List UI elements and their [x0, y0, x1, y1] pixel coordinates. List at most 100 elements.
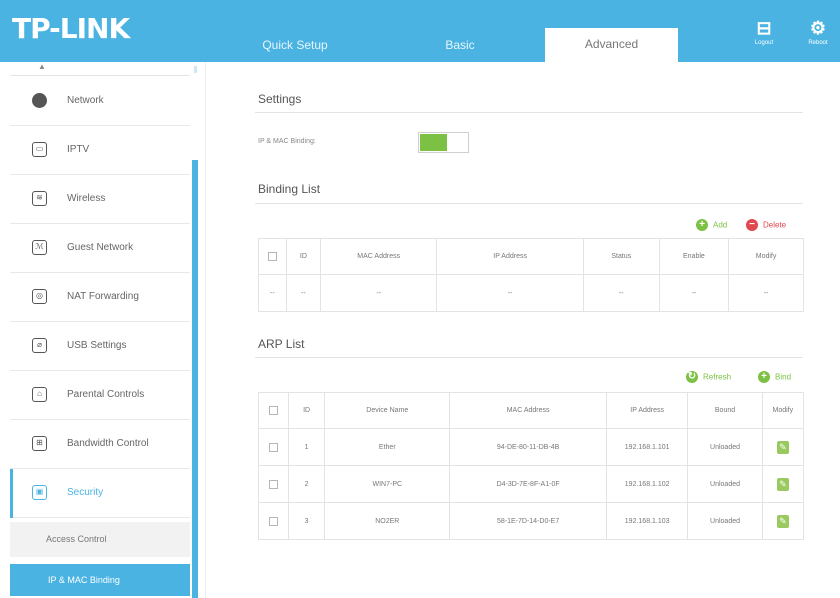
column-header-id: ID: [287, 392, 326, 429]
column-header-mac: MAC Address: [319, 238, 438, 275]
sidebar: ▲ Network ▭ IPTV ≋ Wireless ℳ Guest Netw…: [10, 62, 190, 598]
sidebar-item-label: USB Settings: [67, 340, 127, 351]
gear-icon: ⚙: [809, 18, 827, 38]
select-all-cell[interactable]: [258, 392, 289, 429]
column-header-mac: MAC Address: [449, 392, 608, 429]
ip-mac-binding-toggle[interactable]: [418, 132, 469, 153]
nat-forwarding-icon: ◎: [32, 289, 47, 304]
table-cell: WIN7-PC: [324, 465, 451, 503]
row-select-cell[interactable]: [258, 502, 289, 540]
sidebar-item-label: Guest Network: [67, 242, 134, 253]
bind-icon: +: [758, 371, 770, 383]
settings-section-title: Settings: [258, 92, 302, 106]
column-header-bound: Bound: [687, 392, 763, 429]
sidebar-item-label: Bandwidth Control: [67, 438, 149, 449]
sidebar-item-bandwidth-control[interactable]: ⊞ Bandwidth Control: [10, 420, 190, 469]
select-all-checkbox[interactable]: [268, 406, 278, 415]
sidebar-item-network[interactable]: Network: [10, 77, 190, 126]
delete-button[interactable]: − Delete: [746, 219, 786, 231]
bind-button[interactable]: + Bind: [758, 371, 791, 383]
table-cell: 2: [287, 465, 326, 503]
table-cell: 1: [287, 428, 326, 466]
refresh-button[interactable]: ↻ Refresh: [686, 371, 731, 383]
table-row: -- -- -- -- -- -- --: [258, 274, 804, 312]
table-cell: --: [658, 274, 730, 312]
column-header-ip: IP Address: [436, 238, 584, 275]
column-header-id: ID: [285, 238, 321, 275]
binding-list-table: ID MAC Address IP Address Status Enable …: [258, 238, 804, 312]
toggle-on-indicator: [420, 134, 447, 151]
sidebar-item-parental-controls[interactable]: ⌂ Parental Controls: [10, 371, 190, 420]
refresh-icon: ↻: [686, 371, 698, 383]
column-header-device-name: Device Name: [324, 392, 451, 429]
tv-icon: ▭: [32, 142, 47, 157]
table-cell: 192.168.1.102: [606, 465, 689, 503]
sidebar-scrollbar[interactable]: [192, 160, 198, 598]
tab-advanced[interactable]: Advanced: [545, 28, 678, 62]
delete-label: Delete: [763, 220, 787, 230]
add-label: Add: [713, 220, 728, 230]
sidebar-item-iptv[interactable]: ▭ IPTV: [10, 126, 190, 175]
sidebar-item-label: IPTV: [67, 144, 90, 155]
section-divider: [255, 357, 803, 358]
logout-button[interactable]: ⊟ Logout: [749, 18, 779, 48]
logout-label: Logout: [754, 40, 774, 46]
row-checkbox[interactable]: [268, 479, 278, 489]
lock-icon: ▣: [32, 485, 47, 500]
tab-basic[interactable]: Basic: [400, 22, 520, 62]
table-cell: 192.168.1.103: [606, 502, 689, 540]
row-select-cell[interactable]: [258, 465, 289, 503]
sidebar-subitem-ip-mac-binding[interactable]: IP & MAC Binding: [10, 564, 190, 596]
add-button[interactable]: + Add: [696, 219, 727, 231]
sidebar-item-guest-network[interactable]: ℳ Guest Network: [10, 224, 190, 273]
table-row: 1 Ether 94-DE-80-11-DB-4B 192.168.1.101 …: [258, 428, 805, 466]
sidebar-item-wireless[interactable]: ≋ Wireless: [10, 175, 190, 224]
column-header-status: Status: [582, 238, 660, 275]
scrollbar-up-arrow[interactable]: [194, 66, 197, 73]
modify-cell[interactable]: ✎: [761, 465, 805, 503]
reboot-label: Reboot: [808, 40, 828, 46]
ip-mac-binding-label: IP & MAC Binding:: [258, 138, 316, 145]
guest-network-icon: ℳ: [32, 240, 47, 255]
column-header-enable: Enable: [658, 238, 730, 275]
table-cell: --: [436, 274, 584, 312]
column-header-modify: Modify: [728, 238, 804, 275]
row-select-cell[interactable]: [258, 428, 289, 466]
tab-quick-setup[interactable]: Quick Setup: [240, 22, 350, 62]
table-cell: D4-3D-7E-8F-A1-0F: [449, 465, 608, 503]
table-cell: Unloaded: [687, 428, 763, 466]
reboot-button[interactable]: ⚙ Reboot: [803, 18, 833, 48]
edit-icon[interactable]: ✎: [776, 477, 789, 491]
modify-cell[interactable]: ✎: [761, 428, 805, 466]
parental-controls-icon: ⌂: [32, 387, 47, 402]
table-header-row: ID Device Name MAC Address IP Address Bo…: [258, 392, 805, 429]
chevron-up-icon: ▲: [38, 62, 46, 71]
table-cell: --: [582, 274, 660, 312]
table-cell: 58-1E-7D-14-D0-E7: [449, 502, 608, 540]
sidebar-subitem-label: Access Control: [46, 534, 107, 544]
edit-icon[interactable]: ✎: [776, 440, 789, 454]
sidebar-subitem-access-control[interactable]: Access Control: [10, 522, 190, 557]
sidebar-item-usb-settings[interactable]: ⌀ USB Settings: [10, 322, 190, 371]
binding-list-title: Binding List: [258, 182, 321, 196]
edit-icon[interactable]: ✎: [776, 514, 789, 528]
table-row: 2 WIN7-PC D4-3D-7E-8F-A1-0F 192.168.1.10…: [258, 465, 805, 503]
bandwidth-icon: ⊞: [32, 436, 47, 451]
sidebar-item-label: Security: [67, 487, 104, 498]
top-header: TP-LINK Quick Setup Basic Advanced ⊟ Log…: [0, 0, 840, 62]
table-cell: Unloaded: [687, 502, 763, 540]
sidebar-divider: [205, 62, 206, 598]
row-checkbox[interactable]: [268, 442, 278, 452]
delete-icon: −: [746, 219, 758, 231]
modify-cell[interactable]: ✎: [761, 502, 805, 540]
sidebar-item-nat-forwarding[interactable]: ◎ NAT Forwarding: [10, 273, 190, 322]
column-header-ip: IP Address: [606, 392, 689, 429]
row-checkbox[interactable]: [268, 516, 278, 526]
select-all-cell[interactable]: [258, 238, 287, 275]
select-all-checkbox[interactable]: [267, 252, 277, 261]
sidebar-item-label: Wireless: [67, 193, 106, 204]
table-cell: NO2ER: [324, 502, 451, 540]
sidebar-item-security[interactable]: ▣ Security: [10, 469, 190, 518]
bind-label: Bind: [775, 372, 792, 382]
add-icon: +: [696, 219, 708, 231]
